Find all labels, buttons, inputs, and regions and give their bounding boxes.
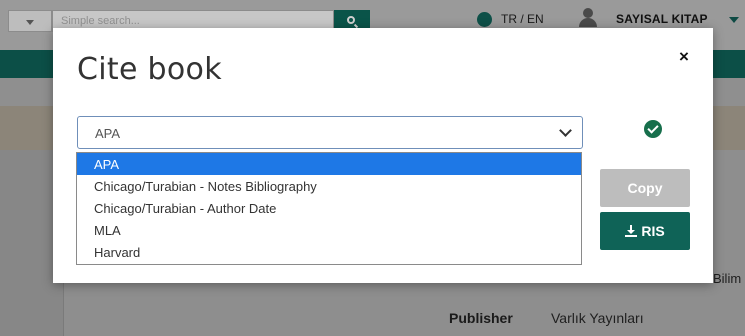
citation-style-select[interactable]: APA — [77, 116, 583, 149]
modal-title: Cite book — [77, 52, 222, 87]
user-icon — [577, 6, 599, 28]
citation-style-options: APA Chicago/Turabian - Notes Bibliograph… — [76, 152, 582, 265]
detail-value-fragment: Bilim — [713, 271, 742, 286]
user-menu-name[interactable]: SAYISAL KITAP — [616, 12, 708, 26]
check-circle-icon — [644, 120, 662, 138]
language-switch[interactable]: TR / EN — [501, 12, 544, 26]
caret-down-icon[interactable] — [729, 17, 739, 23]
publisher-value: Varlık Yayınları — [551, 310, 644, 326]
search-type-dropdown[interactable] — [8, 10, 52, 32]
globe-icon — [477, 12, 492, 27]
selected-style-value: APA — [95, 126, 121, 141]
ris-download-button[interactable]: RIS — [600, 212, 690, 250]
close-icon[interactable]: × — [673, 46, 695, 68]
style-option-apa[interactable]: APA — [77, 153, 581, 175]
ris-label: RIS — [641, 223, 665, 239]
style-option-chicago-author-date[interactable]: Chicago/Turabian - Author Date — [77, 197, 581, 219]
download-icon — [625, 225, 638, 237]
style-option-harvard[interactable]: Harvard — [77, 241, 581, 263]
chevron-down-icon — [559, 124, 572, 137]
caret-down-icon — [26, 20, 34, 25]
style-option-mla[interactable]: MLA — [77, 219, 581, 241]
publisher-label: Publisher — [449, 310, 513, 326]
style-option-chicago-notes[interactable]: Chicago/Turabian - Notes Bibliography — [77, 175, 581, 197]
copy-button[interactable]: Copy — [600, 169, 690, 207]
